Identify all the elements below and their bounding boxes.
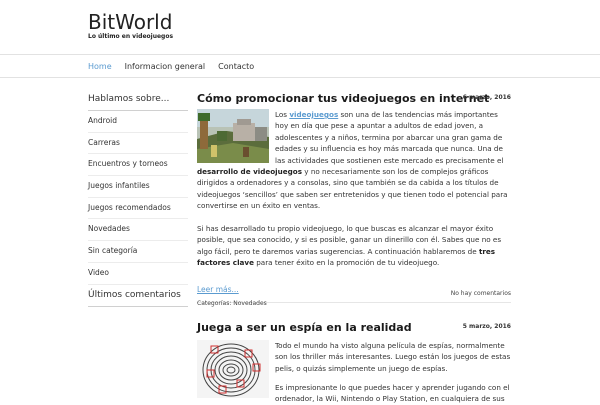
post-meta: Categorías: Novedades No hay comentarios [197, 290, 511, 307]
category-list: Android Carreras Encuentros y torneos Ju… [88, 111, 188, 285]
site-tagline: Lo último en videojuegos [88, 33, 174, 40]
site-title[interactable]: BitWorld [88, 10, 172, 34]
main-navigation: Home Informacion general Contacto [0, 54, 600, 78]
post-excerpt-p1: Todo el mundo ha visto alguna película d… [275, 341, 511, 373]
sidebar-heading-categories: Hablamos sobre... [88, 94, 188, 111]
post-excerpt-p1: Los videojuegos son una de las tendencia… [197, 110, 508, 211]
category-link-novedades[interactable]: Novedades [233, 300, 267, 307]
post-article: Juega a ser un espía en la realidad 5 ma… [197, 321, 511, 403]
post-date: 5 marzo, 2016 [462, 323, 511, 330]
post-thumbnail-fingerprint[interactable] [197, 340, 269, 398]
nav-item-contacto[interactable]: Contacto [218, 62, 254, 71]
post-article: Cómo promocionar tus videojuegos en inte… [197, 92, 511, 307]
sidebar-item-juegos-recomendados[interactable]: Juegos recomendados [88, 198, 188, 220]
sidebar-item-carreras[interactable]: Carreras [88, 133, 188, 155]
sidebar: Hablamos sobre... Android Carreras Encue… [88, 94, 188, 285]
sidebar-item-sin-categoria[interactable]: Sin categoría [88, 241, 188, 263]
post-excerpt-p2: Es impresionante lo que puedes hacer y a… [275, 383, 510, 404]
sidebar-item-android[interactable]: Android [88, 111, 188, 133]
post-excerpt-p2: Si has desarrollado tu propio videojuego… [197, 224, 502, 268]
nav-menu: Home Informacion general Contacto [88, 55, 267, 77]
comments-link[interactable]: No hay comentarios [451, 290, 511, 297]
nav-item-home[interactable]: Home [88, 62, 112, 71]
sidebar-item-novedades[interactable]: Novedades [88, 219, 188, 242]
sidebar-heading-comments: Últimos comentarios [88, 290, 188, 307]
sidebar-item-video[interactable]: Video [88, 263, 188, 285]
sidebar-item-juegos-infantiles[interactable]: Juegos infantiles [88, 176, 188, 198]
nav-item-informacion-general[interactable]: Informacion general [125, 62, 206, 71]
post-date: 6 marzo, 2016 [462, 94, 511, 101]
link-videojuegos[interactable]: videojuegos [289, 110, 338, 119]
sidebar-item-encuentros-y-torneos[interactable]: Encuentros y torneos [88, 154, 188, 177]
